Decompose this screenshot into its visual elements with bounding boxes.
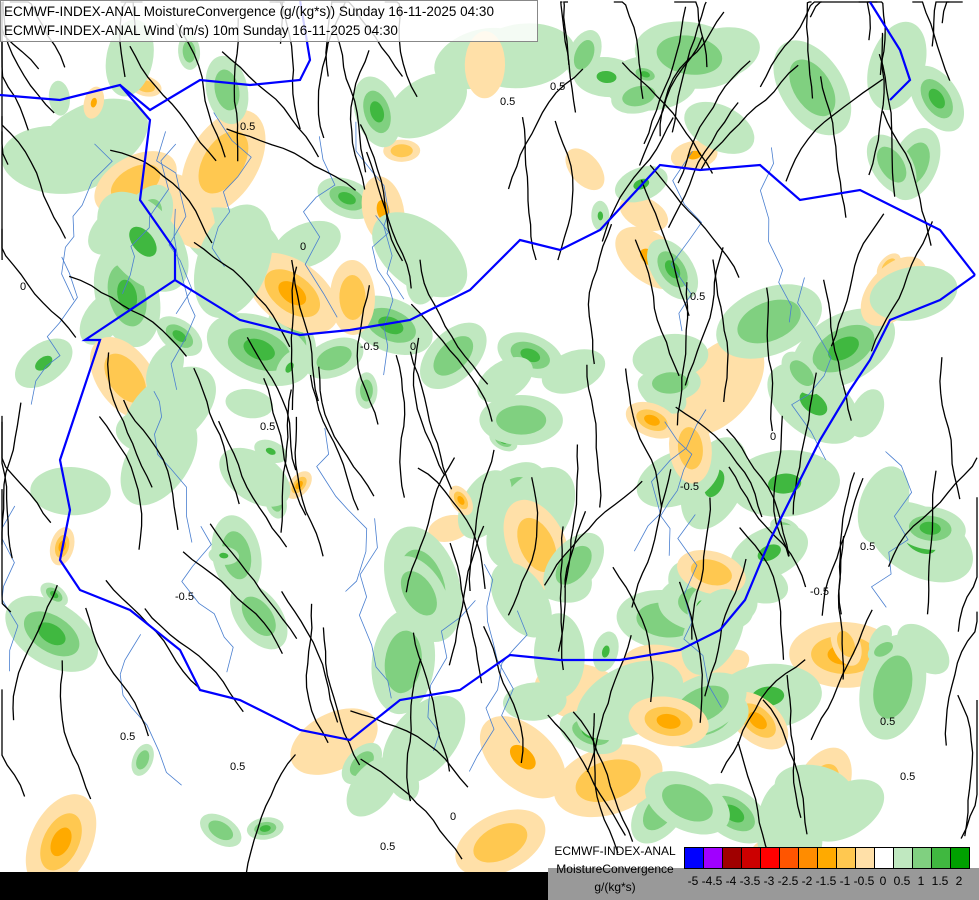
legend-swatch: [704, 848, 723, 868]
convergence-area: [225, 388, 274, 419]
contour-label: -0.5: [360, 341, 379, 353]
legend-swatch: [723, 848, 742, 868]
streamline: [931, 1, 950, 47]
contour-label: 0.5: [880, 716, 895, 728]
contour-label: 0.5: [120, 731, 135, 743]
no-data-strip: [0, 872, 550, 900]
legend-tick: -4: [725, 874, 737, 888]
legend-tick: 1.5: [931, 874, 949, 888]
legend-swatch: [837, 848, 856, 868]
contour-label: -0.5: [175, 591, 194, 603]
contour-label: 0: [20, 281, 26, 293]
contour-label: 0.5: [260, 421, 275, 433]
legend-tick: 0: [879, 874, 887, 888]
streamline: [554, 120, 574, 261]
streamline: [939, 357, 961, 500]
legend-tick: 1: [917, 874, 925, 888]
contour-label: 0: [770, 431, 776, 443]
legend-swatch: [742, 848, 761, 868]
contour-label: 0: [300, 241, 306, 253]
legend-swatch: [856, 848, 875, 868]
legend-tick: -0.5: [853, 874, 875, 888]
legend-swatches: [684, 847, 970, 869]
legend-unit: g/(kg*s): [594, 880, 636, 894]
contour-label: 0.5: [240, 121, 255, 133]
legend-tick: -3.5: [739, 874, 761, 888]
legend-swatch: [685, 848, 704, 868]
legend-tick: -4.5: [701, 874, 723, 888]
legend-swatch: [818, 848, 837, 868]
contour-label: 0.5: [380, 841, 395, 853]
convergence-area: [246, 817, 284, 840]
convergence-area: [131, 743, 154, 776]
legend-tick: -5: [687, 874, 699, 888]
color-legend: ECMWF-INDEX-ANAL MoistureConvergence g/(…: [548, 838, 979, 900]
legend-swatch: [932, 848, 951, 868]
streamline: [1, 228, 77, 338]
contour-label: 0.5: [500, 96, 515, 108]
contour-label: -0.5: [810, 586, 829, 598]
convergence-area: [14, 338, 73, 388]
contour-label: 0.5: [550, 81, 565, 93]
legend-tick: 0.5: [893, 874, 911, 888]
streamline: [941, 1, 963, 24]
streamline: [395, 355, 406, 498]
legend-swatch: [894, 848, 913, 868]
streamline: [960, 700, 978, 839]
legend-ticks: -5 -4.5 -4 -3.5 -3 -2.5 -2 -1.5 -1 -0.5 0 0.5 1 1.5 2: [684, 874, 974, 890]
river: [1, 505, 19, 672]
streamline: [586, 364, 602, 508]
legend-tick: -1: [839, 874, 851, 888]
contour-label: 0: [410, 341, 416, 353]
legend-tick: -3: [763, 874, 775, 888]
contour-label: 0.5: [900, 771, 915, 783]
weather-map: 0.5 0 -0.5 0.5 0 0.5 -0.5 0 0.5 0.5 -0.5 0.5 0 0.5 -0.…: [0, 0, 978, 890]
streamline: [944, 611, 978, 746]
legend-model: ECMWF-INDEX-ANAL: [554, 844, 676, 858]
streamline: [59, 660, 92, 800]
legend-tick: 2: [955, 874, 963, 888]
streamline: [309, 374, 359, 511]
contour-label: 0.5: [860, 541, 875, 553]
contour-label: -0.5: [680, 481, 699, 493]
legend-parameter: MoistureConvergence: [556, 862, 674, 876]
contour-label: 0.5: [230, 761, 245, 773]
streamline: [85, 607, 150, 737]
map-title: ECMWF-INDEX-ANAL MoistureConvergence (g/…: [0, 0, 538, 42]
legend-swatch: [951, 848, 969, 868]
legend-swatch: [780, 848, 799, 868]
streamline: [858, 1, 872, 41]
legend-swatch: [913, 848, 932, 868]
legend-swatch: [799, 848, 818, 868]
legend-tick: -2.5: [777, 874, 799, 888]
convergence-area: [200, 813, 242, 847]
legend-swatch: [761, 848, 780, 868]
legend-swatch: [875, 848, 894, 868]
legend-tick: -2: [801, 874, 813, 888]
contour-label: 0: [450, 811, 456, 823]
title-wind: ECMWF-INDEX-ANAL Wind (m/s) 10m Sunday 1…: [4, 23, 398, 38]
streamline: [587, 223, 613, 365]
legend-tick: -1.5: [815, 874, 837, 888]
contour-label: 0.5: [690, 291, 705, 303]
river: [316, 427, 368, 592]
river: [670, 150, 703, 332]
title-moisture: ECMWF-INDEX-ANAL MoistureConvergence (g/…: [4, 4, 494, 19]
